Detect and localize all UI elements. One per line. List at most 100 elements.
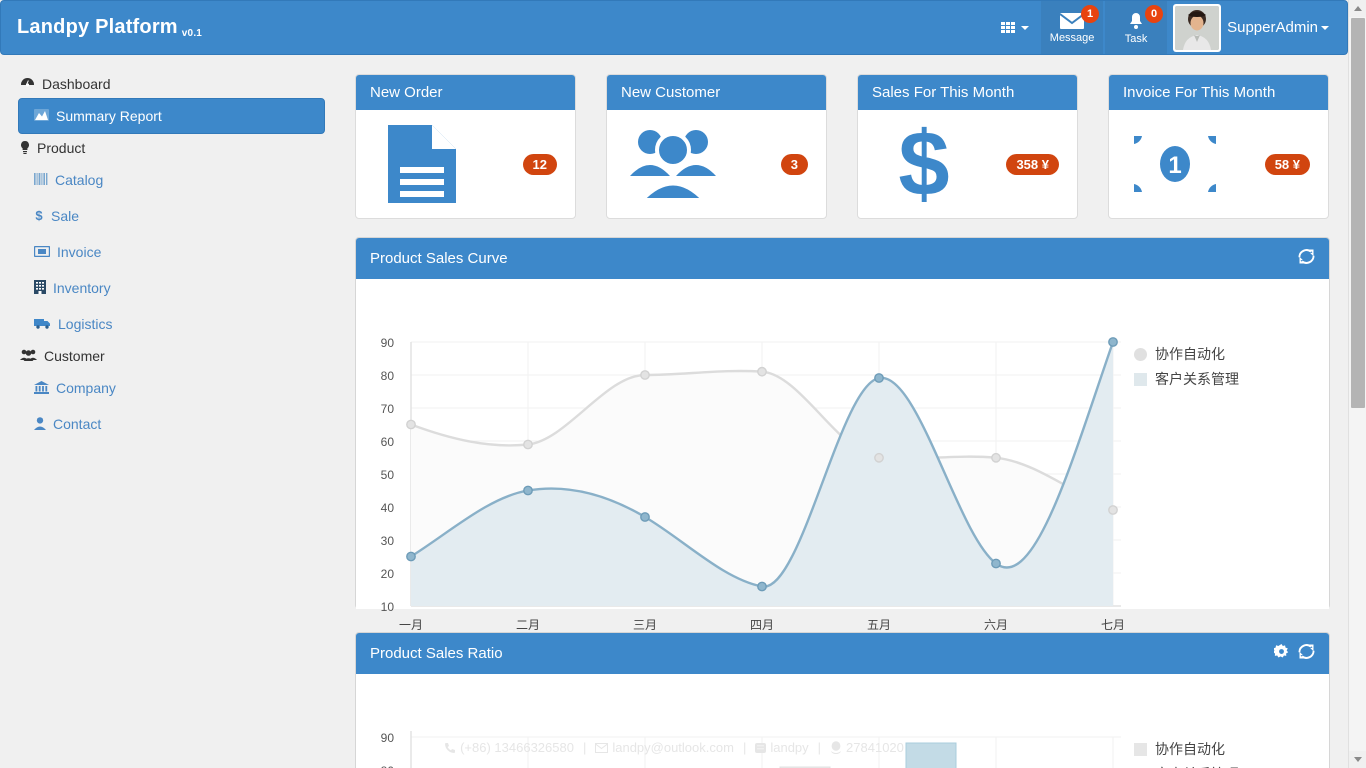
refresh-icon[interactable]	[1298, 643, 1315, 664]
dashboard-icon	[20, 77, 35, 91]
x-tick: 三月	[632, 618, 657, 632]
footer: (+86) 13466326580 | landpy@outlook.com |…	[0, 740, 1348, 755]
card-title: Sales For This Month	[858, 75, 1077, 110]
card-value: 58 ¥	[1264, 153, 1310, 175]
footer-email[interactable]: landpy@outlook.com	[595, 740, 734, 755]
message-button[interactable]: Message 1	[1041, 1, 1104, 54]
task-label: Task	[1124, 32, 1148, 45]
y-tick: 80	[380, 369, 394, 383]
apps-grid-button[interactable]	[989, 0, 1041, 55]
qq-icon	[831, 741, 842, 754]
sidebar-group-dashboard: Dashboard	[0, 70, 345, 98]
truck-icon	[34, 318, 51, 331]
panel-tools	[1298, 248, 1315, 269]
legend-swatch-icon	[1134, 347, 1147, 361]
scroll-up-button[interactable]	[1349, 0, 1366, 17]
bank-icon	[34, 380, 49, 396]
panel-title: Product Sales Curve	[370, 250, 508, 267]
card-invoice-this-month[interactable]: Invoice For This Month 1 58 ¥	[1108, 74, 1329, 219]
card-value: 3	[780, 153, 808, 175]
sidebar-item-catalog[interactable]: Catalog	[18, 162, 325, 198]
task-badge: 0	[1145, 5, 1164, 23]
barcode-icon	[34, 173, 48, 187]
card-title: New Order	[356, 75, 575, 110]
card-new-customer[interactable]: New Customer 3	[606, 74, 827, 219]
sidebar-group-label: Dashboard	[42, 76, 111, 92]
sidebar-item-logistics[interactable]: Logistics	[18, 306, 325, 342]
panel-tools	[1272, 643, 1315, 664]
sidebar-item-label: Logistics	[58, 316, 113, 332]
sidebar-item-label: Sale	[51, 208, 80, 224]
sidebar-item-company[interactable]: Company	[18, 370, 325, 406]
user-icon	[34, 416, 46, 432]
svg-text:$: $	[35, 208, 43, 222]
sidebar-item-label: Contact	[53, 416, 102, 432]
sidebar-group-label: Product	[37, 140, 86, 156]
card-title: New Customer	[607, 75, 826, 110]
brand-logo[interactable]: Landpy Platform v0.1	[1, 16, 202, 39]
y-tick: 20	[380, 567, 394, 581]
y-tick: 90	[380, 336, 394, 350]
card-sales-this-month[interactable]: Sales For This Month $ 358 ¥	[857, 74, 1078, 219]
group-icon	[625, 126, 721, 202]
footer-weibo[interactable]: landpy	[755, 740, 809, 755]
y-tick: 60	[380, 435, 394, 449]
footer-phone: (+86) 13466326580	[444, 740, 574, 755]
weibo-icon	[755, 742, 767, 753]
refresh-icon[interactable]	[1298, 248, 1315, 269]
sidebar-item-summary-report[interactable]: Summary Report	[18, 98, 325, 134]
y-tick: 70	[380, 402, 394, 416]
footer-qq-text: 27841020	[846, 740, 904, 755]
x-tick: 五月	[866, 618, 891, 632]
legend-item-collab[interactable]: 协作自动化	[1134, 344, 1225, 364]
card-body: 12	[356, 110, 575, 218]
avatar-image	[1175, 5, 1220, 50]
envelope-icon	[595, 742, 609, 753]
sidebar-group-product: Product	[0, 134, 345, 162]
user-menu[interactable]: SupperAdmin	[1227, 19, 1337, 36]
app-root: Landpy Platform v0.1 Message 1 Task 0 Su…	[0, 0, 1366, 768]
sidebar-item-inventory[interactable]: Inventory	[18, 270, 325, 306]
line-chart-svg	[406, 337, 1121, 607]
panel-title: Product Sales Ratio	[370, 645, 503, 662]
area-chart-icon	[34, 109, 49, 123]
message-label: Message	[1049, 31, 1095, 44]
footer-sep: |	[582, 740, 587, 755]
sidebar-item-sale[interactable]: $ Sale	[18, 198, 325, 234]
scrollbar-thumb[interactable]	[1351, 18, 1365, 408]
footer-sep: |	[817, 740, 822, 755]
sidebar-group-customer: Customer	[0, 342, 345, 370]
money-icon	[33, 245, 51, 259]
avatar[interactable]	[1173, 3, 1222, 52]
grid-icon	[1001, 22, 1016, 33]
dollar-sign-icon: $	[876, 121, 972, 207]
task-button[interactable]: Task 0	[1105, 1, 1168, 54]
navbar-right: Message 1 Task 0 SupperAdmin	[989, 0, 1347, 55]
sidebar-item-label: Invoice	[57, 244, 102, 260]
y-tick: 50	[380, 468, 394, 482]
chevron-down-icon	[1354, 757, 1362, 762]
brand-name: Landpy Platform	[17, 16, 178, 38]
y-tick: 10	[380, 600, 394, 614]
legend-swatch-icon	[1134, 372, 1147, 386]
vertical-scrollbar[interactable]	[1348, 0, 1366, 768]
scroll-down-button[interactable]	[1349, 751, 1366, 768]
legend-item-crm[interactable]: 客户关系管理	[1134, 764, 1239, 768]
sidebar-item-contact[interactable]: Contact	[18, 406, 325, 442]
legend-item-crm[interactable]: 客户关系管理	[1134, 369, 1239, 389]
bell-icon	[1130, 12, 1143, 29]
footer-qq[interactable]: 27841020	[830, 740, 904, 755]
panel-product-sales-curve: Product Sales Curve 90 80 70 60 50 40 30…	[355, 237, 1330, 632]
lightbulb-icon	[20, 140, 30, 156]
phone-icon	[445, 742, 456, 753]
user-name-label: SupperAdmin	[1227, 19, 1318, 36]
sidebar-item-invoice[interactable]: Invoice	[18, 234, 325, 270]
chart-line-canvas: 90 80 70 60 50 40 30 20 10 一月 二月 三月 四月 五…	[356, 279, 1329, 632]
card-value: 358 ¥	[1006, 153, 1059, 175]
x-tick: 七月	[1100, 618, 1125, 632]
footer-email-text: landpy@outlook.com	[612, 740, 734, 755]
card-new-order[interactable]: New Order 12	[355, 74, 576, 219]
legend-label: 协作自动化	[1155, 346, 1225, 362]
gear-icon[interactable]	[1272, 644, 1289, 663]
x-tick: 二月	[515, 618, 540, 632]
